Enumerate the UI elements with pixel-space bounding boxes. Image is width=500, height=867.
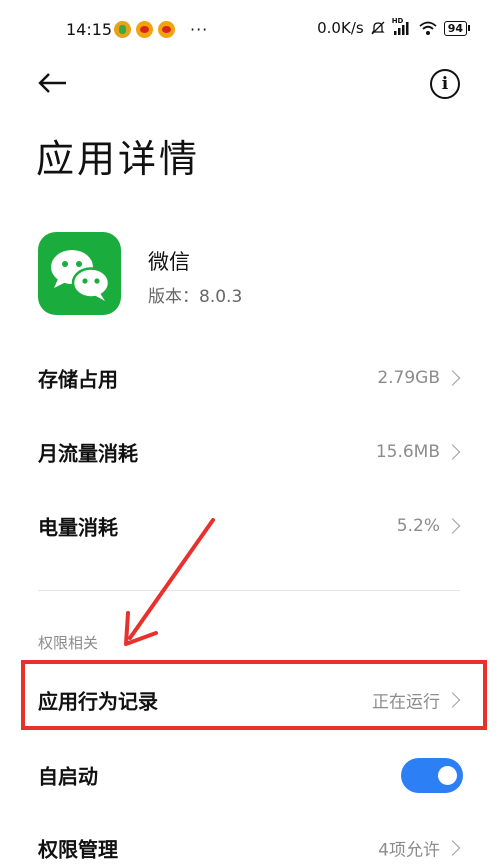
battery-icon: 94 xyxy=(443,20,470,36)
page-title: 应用详情 xyxy=(36,137,201,181)
permission-manage-value: 4项允许 xyxy=(378,840,440,861)
battery-usage-value: 5.2% xyxy=(396,516,440,536)
notification-icons: ··· xyxy=(114,20,208,39)
permissions-section-label: 权限相关 xyxy=(38,634,99,652)
storage-row[interactable]: 存储占用 2.79GB xyxy=(0,350,500,406)
info-circle-icon: i xyxy=(441,74,449,94)
wechat-logo-icon xyxy=(38,232,121,315)
app-name: 微信 xyxy=(148,250,190,274)
data-usage-label: 月流量消耗 xyxy=(38,441,138,466)
app-version: 版本：8.0.3 xyxy=(148,287,243,307)
arrow-left-icon xyxy=(38,73,66,93)
weibo-notification-icon xyxy=(136,21,153,38)
status-time: 14:15 xyxy=(66,20,113,39)
chevron-right-icon xyxy=(444,518,461,534)
permission-manage-label: 权限管理 xyxy=(38,837,118,862)
chevron-right-icon xyxy=(444,840,461,856)
battery-level: 94 xyxy=(443,20,467,36)
chevron-right-icon xyxy=(444,444,461,460)
autostart-toggle[interactable] xyxy=(401,758,463,793)
info-button[interactable]: i xyxy=(430,69,460,99)
storage-label: 存储占用 xyxy=(38,367,118,392)
autostart-label: 自启动 xyxy=(38,764,98,789)
toggle-knob xyxy=(438,766,457,785)
storage-value: 2.79GB xyxy=(377,368,440,388)
app-notification-icon xyxy=(114,21,131,38)
annotation-highlight-box xyxy=(21,660,487,730)
battery-usage-row[interactable]: 电量消耗 5.2% xyxy=(0,498,500,554)
signal-icon: HD xyxy=(392,17,412,36)
back-button[interactable] xyxy=(34,66,74,100)
data-usage-row[interactable]: 月流量消耗 15.6MB xyxy=(0,424,500,480)
wifi-icon xyxy=(419,21,437,35)
divider xyxy=(38,590,460,591)
weibo-notification-icon xyxy=(158,21,175,38)
status-bar: 14:15 ··· 0.0K/s HD 94 xyxy=(0,0,500,56)
permission-manage-row[interactable]: 权限管理 4项允许 xyxy=(0,820,500,867)
data-usage-value: 15.6MB xyxy=(375,442,440,462)
chevron-right-icon xyxy=(444,370,461,386)
network-speed: 0.0K/s xyxy=(317,19,364,37)
status-indicators: 0.0K/s HD 94 xyxy=(317,17,470,37)
battery-usage-label: 电量消耗 xyxy=(38,515,118,540)
alarm-muted-icon xyxy=(371,21,385,35)
more-notifications-icon: ··· xyxy=(190,20,209,39)
